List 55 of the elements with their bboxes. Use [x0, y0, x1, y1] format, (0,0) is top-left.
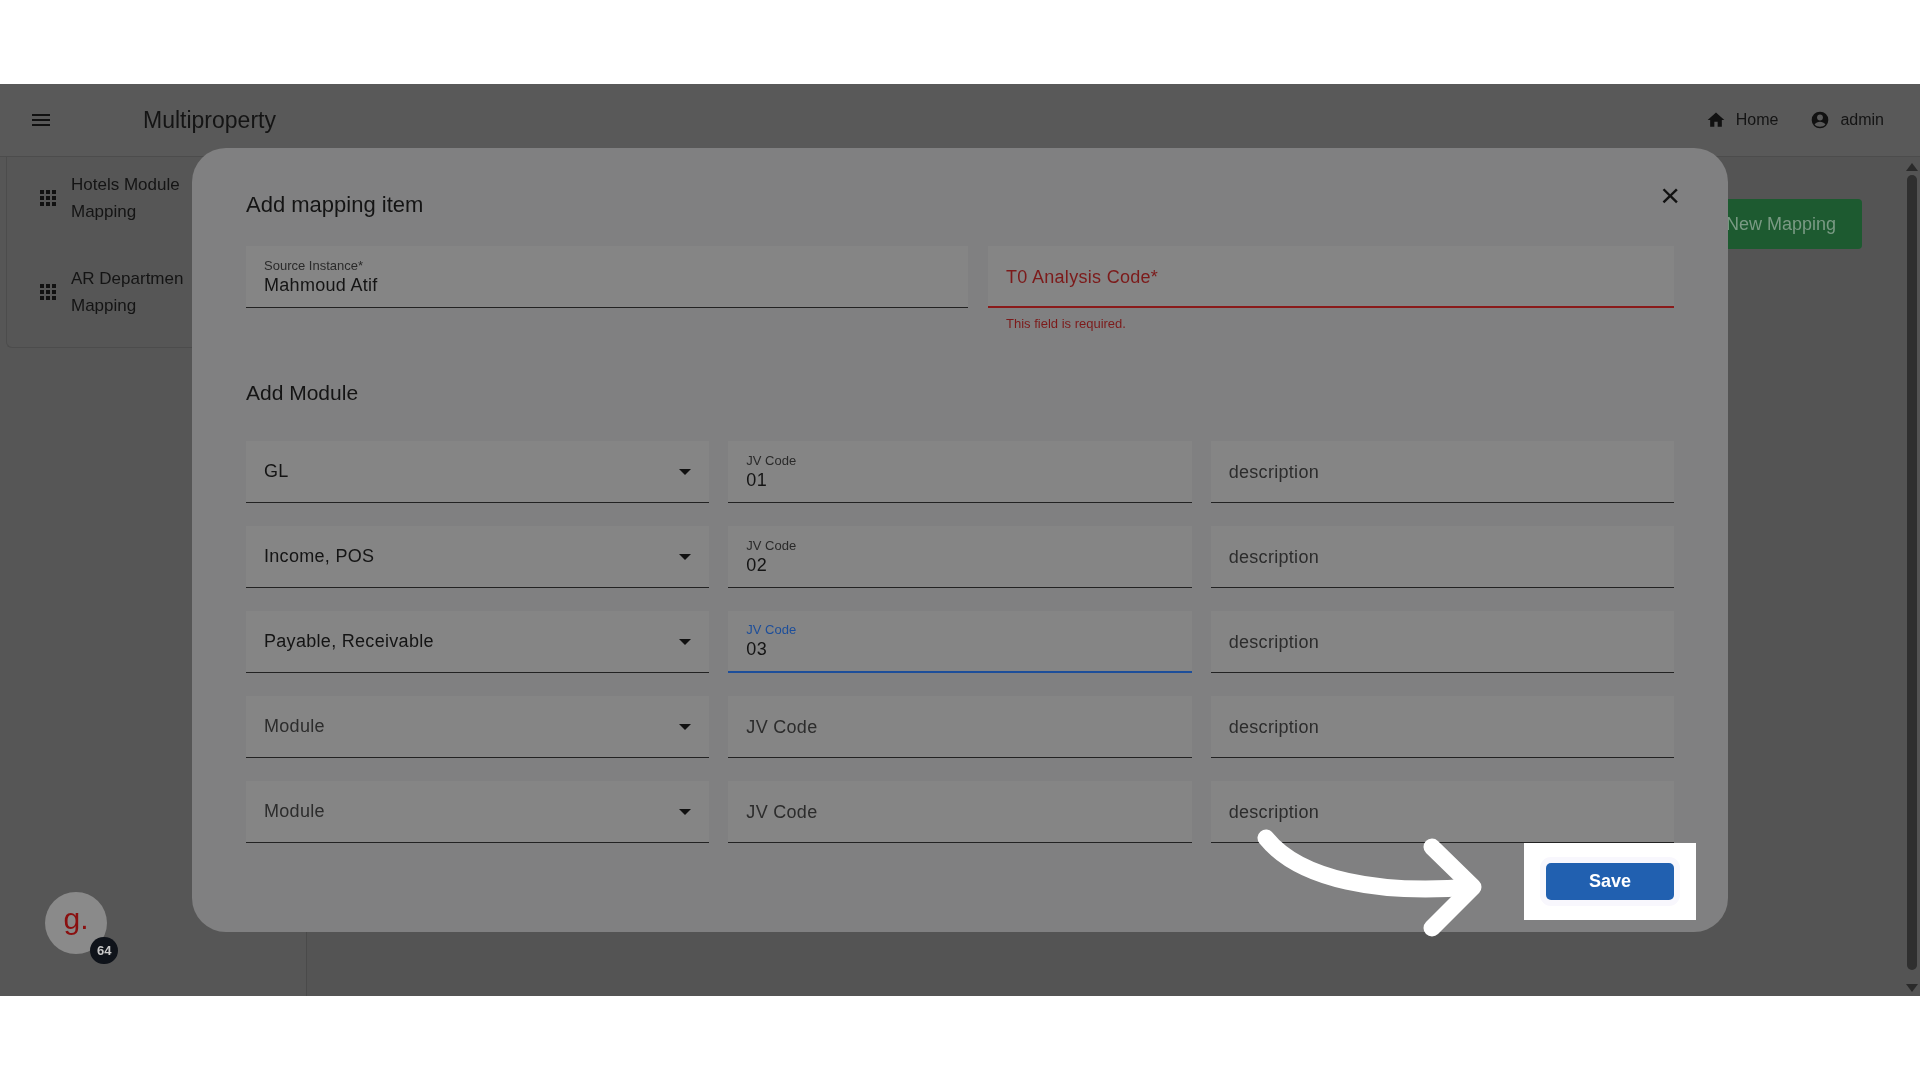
text-input[interactable]: JV Code [746, 800, 1174, 823]
text-input[interactable]: 02 [746, 552, 1174, 576]
text-input[interactable]: T0 Analysis Code* [1006, 264, 1656, 288]
caret-icon [679, 468, 692, 475]
text-input[interactable]: 03 [746, 637, 1174, 660]
nav-link[interactable]: Home [1705, 110, 1779, 130]
text-input[interactable]: Mahmoud Atif [264, 272, 950, 296]
jv-code-field[interactable]: JV Code 03 [728, 611, 1192, 673]
close-button[interactable]: × [1660, 178, 1680, 212]
caret-icon [679, 723, 692, 730]
module-select[interactable]: GL [246, 441, 710, 503]
text-input[interactable]: description [1228, 715, 1656, 738]
module-select[interactable]: Payable, Receivable [246, 611, 710, 673]
count-badge: 64 [90, 937, 119, 964]
caret-icon [679, 638, 692, 645]
text-input[interactable]: description [1228, 545, 1656, 568]
description-field[interactable]: description [1210, 526, 1674, 588]
description-field[interactable]: description [1210, 441, 1674, 503]
caret-icon [679, 808, 692, 815]
section-title: Add Module [246, 381, 360, 405]
module-select[interactable]: Income, POS [246, 526, 710, 588]
description-field[interactable]: description [1210, 781, 1674, 843]
sidebar-item[interactable]: Hotels Module Mapping [71, 171, 180, 225]
source-instance-field[interactable]: Source Instance* Mahmoud Atif [246, 246, 968, 308]
account-icon [1810, 110, 1831, 130]
grid-icon [39, 283, 57, 301]
scroll-down-icon[interactable] [1906, 984, 1918, 992]
grid-icon [39, 189, 57, 207]
jv-code-field[interactable]: JV Code [728, 696, 1192, 758]
text-input[interactable]: description [1228, 630, 1656, 653]
jv-code-field[interactable]: JV Code 02 [728, 526, 1192, 588]
nav-link[interactable]: admin [1810, 110, 1884, 130]
scrollbar-thumb[interactable] [1907, 175, 1917, 970]
module-select[interactable]: Module [246, 781, 710, 843]
caret-icon [679, 553, 692, 560]
text-input[interactable]: description [1228, 460, 1656, 483]
field-label: Source Instance* [264, 257, 364, 273]
description-field[interactable]: description [1210, 611, 1674, 673]
field-label: JV Code [746, 622, 798, 637]
text-input[interactable]: JV Code [746, 715, 1174, 738]
description-field[interactable]: description [1210, 696, 1674, 758]
field-label: JV Code [746, 452, 798, 468]
home-icon [1705, 110, 1726, 130]
dialog-title: Add mapping item [246, 192, 424, 218]
text-input[interactable]: 01 [746, 467, 1174, 491]
jv-code-field[interactable]: JV Code 01 [728, 441, 1192, 503]
field-label: JV Code [746, 537, 798, 553]
sidebar-item[interactable]: AR Departmen Mapping [71, 265, 184, 319]
jv-code-field[interactable]: JV Code [728, 781, 1192, 843]
module-select[interactable]: Module [246, 696, 710, 758]
error-message: This field is required. [1006, 316, 1127, 331]
text-input[interactable]: description [1228, 800, 1656, 823]
app-title: Multiproperty [143, 106, 276, 134]
analysis-code-field[interactable]: T0 Analysis Code* [988, 246, 1674, 308]
scroll-up-icon[interactable] [1906, 163, 1918, 171]
